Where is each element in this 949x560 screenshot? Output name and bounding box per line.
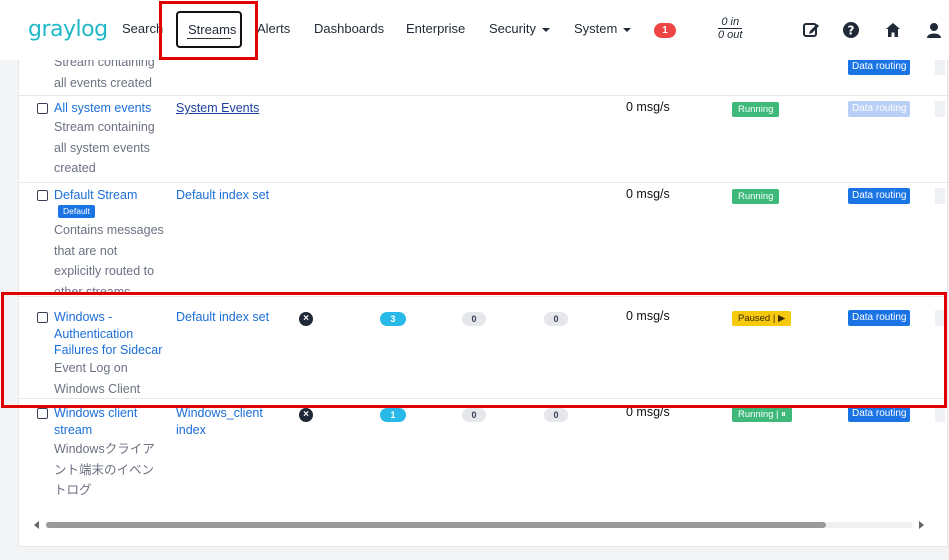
more-actions-button[interactable] bbox=[935, 188, 945, 204]
row-checkbox[interactable] bbox=[37, 103, 48, 114]
rules-count[interactable]: 1 bbox=[380, 408, 406, 422]
more-actions-button[interactable] bbox=[935, 101, 945, 117]
table-row: Windows client stream Windowsクライアント端末のイベ… bbox=[19, 399, 947, 509]
throughput-value: 0 msg/s bbox=[626, 100, 670, 114]
more-actions-button[interactable] bbox=[935, 310, 945, 326]
status-toggle[interactable]: Paused | ▶ bbox=[732, 311, 792, 326]
table-row: All system events Stream containing all … bbox=[19, 96, 947, 183]
nav-streams-label: Streams bbox=[188, 22, 237, 37]
nav-enterprise[interactable]: Enterprise bbox=[406, 21, 465, 36]
default-badge: Default bbox=[58, 205, 95, 218]
streams-table: Stream containing all events created Dat… bbox=[18, 60, 948, 547]
index-set-link[interactable]: Windows_client index bbox=[176, 405, 272, 438]
pipelines-count[interactable]: 0 bbox=[462, 408, 486, 422]
nav-system-label: System bbox=[574, 21, 618, 36]
help-icon[interactable]: ? bbox=[841, 20, 861, 40]
graylog-logo[interactable]: graylog bbox=[28, 17, 108, 42]
top-navigation: graylog Search Streams Alerts Dashboards… bbox=[0, 0, 949, 60]
scrollbar-thumb[interactable] bbox=[46, 522, 826, 528]
edit-icon[interactable] bbox=[801, 20, 821, 40]
index-set-link[interactable]: System Events bbox=[176, 100, 276, 117]
table-row: Windows - Authentication Failures for Si… bbox=[19, 297, 947, 399]
row-checkbox[interactable] bbox=[37, 190, 48, 201]
stream-description: Stream containing all events created bbox=[54, 60, 155, 90]
row-checkbox[interactable] bbox=[37, 408, 48, 419]
user-icon[interactable] bbox=[924, 20, 944, 40]
stream-title-link[interactable]: Windows client stream bbox=[54, 405, 146, 438]
stream-title-link[interactable]: Windows - Authentication Failures for Si… bbox=[54, 309, 166, 359]
close-circle-icon[interactable]: × bbox=[299, 408, 313, 422]
notification-badge[interactable]: 1 bbox=[654, 23, 676, 38]
throughput-value: 0 msg/s bbox=[626, 309, 670, 323]
row-checkbox[interactable] bbox=[37, 312, 48, 323]
status-badge: Running bbox=[732, 102, 780, 117]
chevron-down-icon bbox=[623, 27, 632, 32]
data-routing-button[interactable]: Data routing bbox=[848, 60, 911, 75]
stream-description: Contains messages that are not explicitl… bbox=[54, 223, 164, 294]
throughput-value: 0 msg/s bbox=[626, 187, 670, 201]
nav-security-label: Security bbox=[489, 21, 536, 36]
nav-system[interactable]: System bbox=[574, 21, 632, 36]
throughput-value: 0 msg/s bbox=[626, 405, 670, 419]
more-actions-button[interactable] bbox=[935, 60, 945, 75]
horizontal-scrollbar[interactable] bbox=[34, 520, 924, 530]
nav-alerts[interactable]: Alerts bbox=[257, 21, 290, 36]
stream-title-link[interactable]: Default Stream bbox=[54, 187, 164, 204]
scroll-left-icon[interactable] bbox=[34, 521, 39, 529]
rules-count[interactable]: 3 bbox=[380, 312, 406, 326]
stream-description: Windowsクライアント端末のイベントログ bbox=[54, 442, 155, 497]
throughput-in: 0 in bbox=[718, 16, 743, 29]
nav-dashboards[interactable]: Dashboards bbox=[314, 21, 384, 36]
more-actions-button[interactable] bbox=[935, 406, 945, 422]
data-routing-button[interactable]: Data routing bbox=[848, 310, 911, 326]
close-circle-icon[interactable]: × bbox=[299, 312, 313, 326]
stream-title-link[interactable]: All system events bbox=[54, 100, 164, 117]
data-routing-button[interactable]: Data routing bbox=[848, 188, 911, 204]
index-set-link[interactable]: Default index set bbox=[176, 187, 276, 204]
data-routing-button[interactable]: Data routing bbox=[848, 406, 911, 422]
table-row: Default Stream Default Contains messages… bbox=[19, 183, 947, 297]
pipelines-count[interactable]: 0 bbox=[462, 312, 486, 326]
status-toggle[interactable]: Running | ⏸ bbox=[732, 407, 792, 422]
index-set-link[interactable]: Default index set bbox=[176, 309, 276, 326]
throughput-indicator[interactable]: 0 in 0 out bbox=[718, 16, 743, 41]
stream-description: Event Log on Windows Client bbox=[54, 361, 141, 396]
outputs-count[interactable]: 0 bbox=[544, 408, 568, 422]
stream-description: Stream containing all system events crea… bbox=[54, 120, 155, 175]
nav-streams[interactable]: Streams bbox=[176, 11, 242, 48]
scroll-right-icon[interactable] bbox=[919, 521, 924, 529]
nav-search[interactable]: Search bbox=[122, 21, 163, 36]
status-badge: Running bbox=[732, 189, 780, 204]
throughput-out: 0 out bbox=[718, 29, 743, 41]
home-icon[interactable] bbox=[883, 20, 903, 40]
svg-text:?: ? bbox=[848, 24, 855, 38]
nav-security[interactable]: Security bbox=[489, 21, 550, 36]
outputs-count[interactable]: 0 bbox=[544, 312, 568, 326]
data-routing-button[interactable]: Data routing bbox=[848, 101, 911, 117]
chevron-down-icon bbox=[541, 27, 550, 32]
table-row: Stream containing all events created Dat… bbox=[19, 60, 947, 96]
